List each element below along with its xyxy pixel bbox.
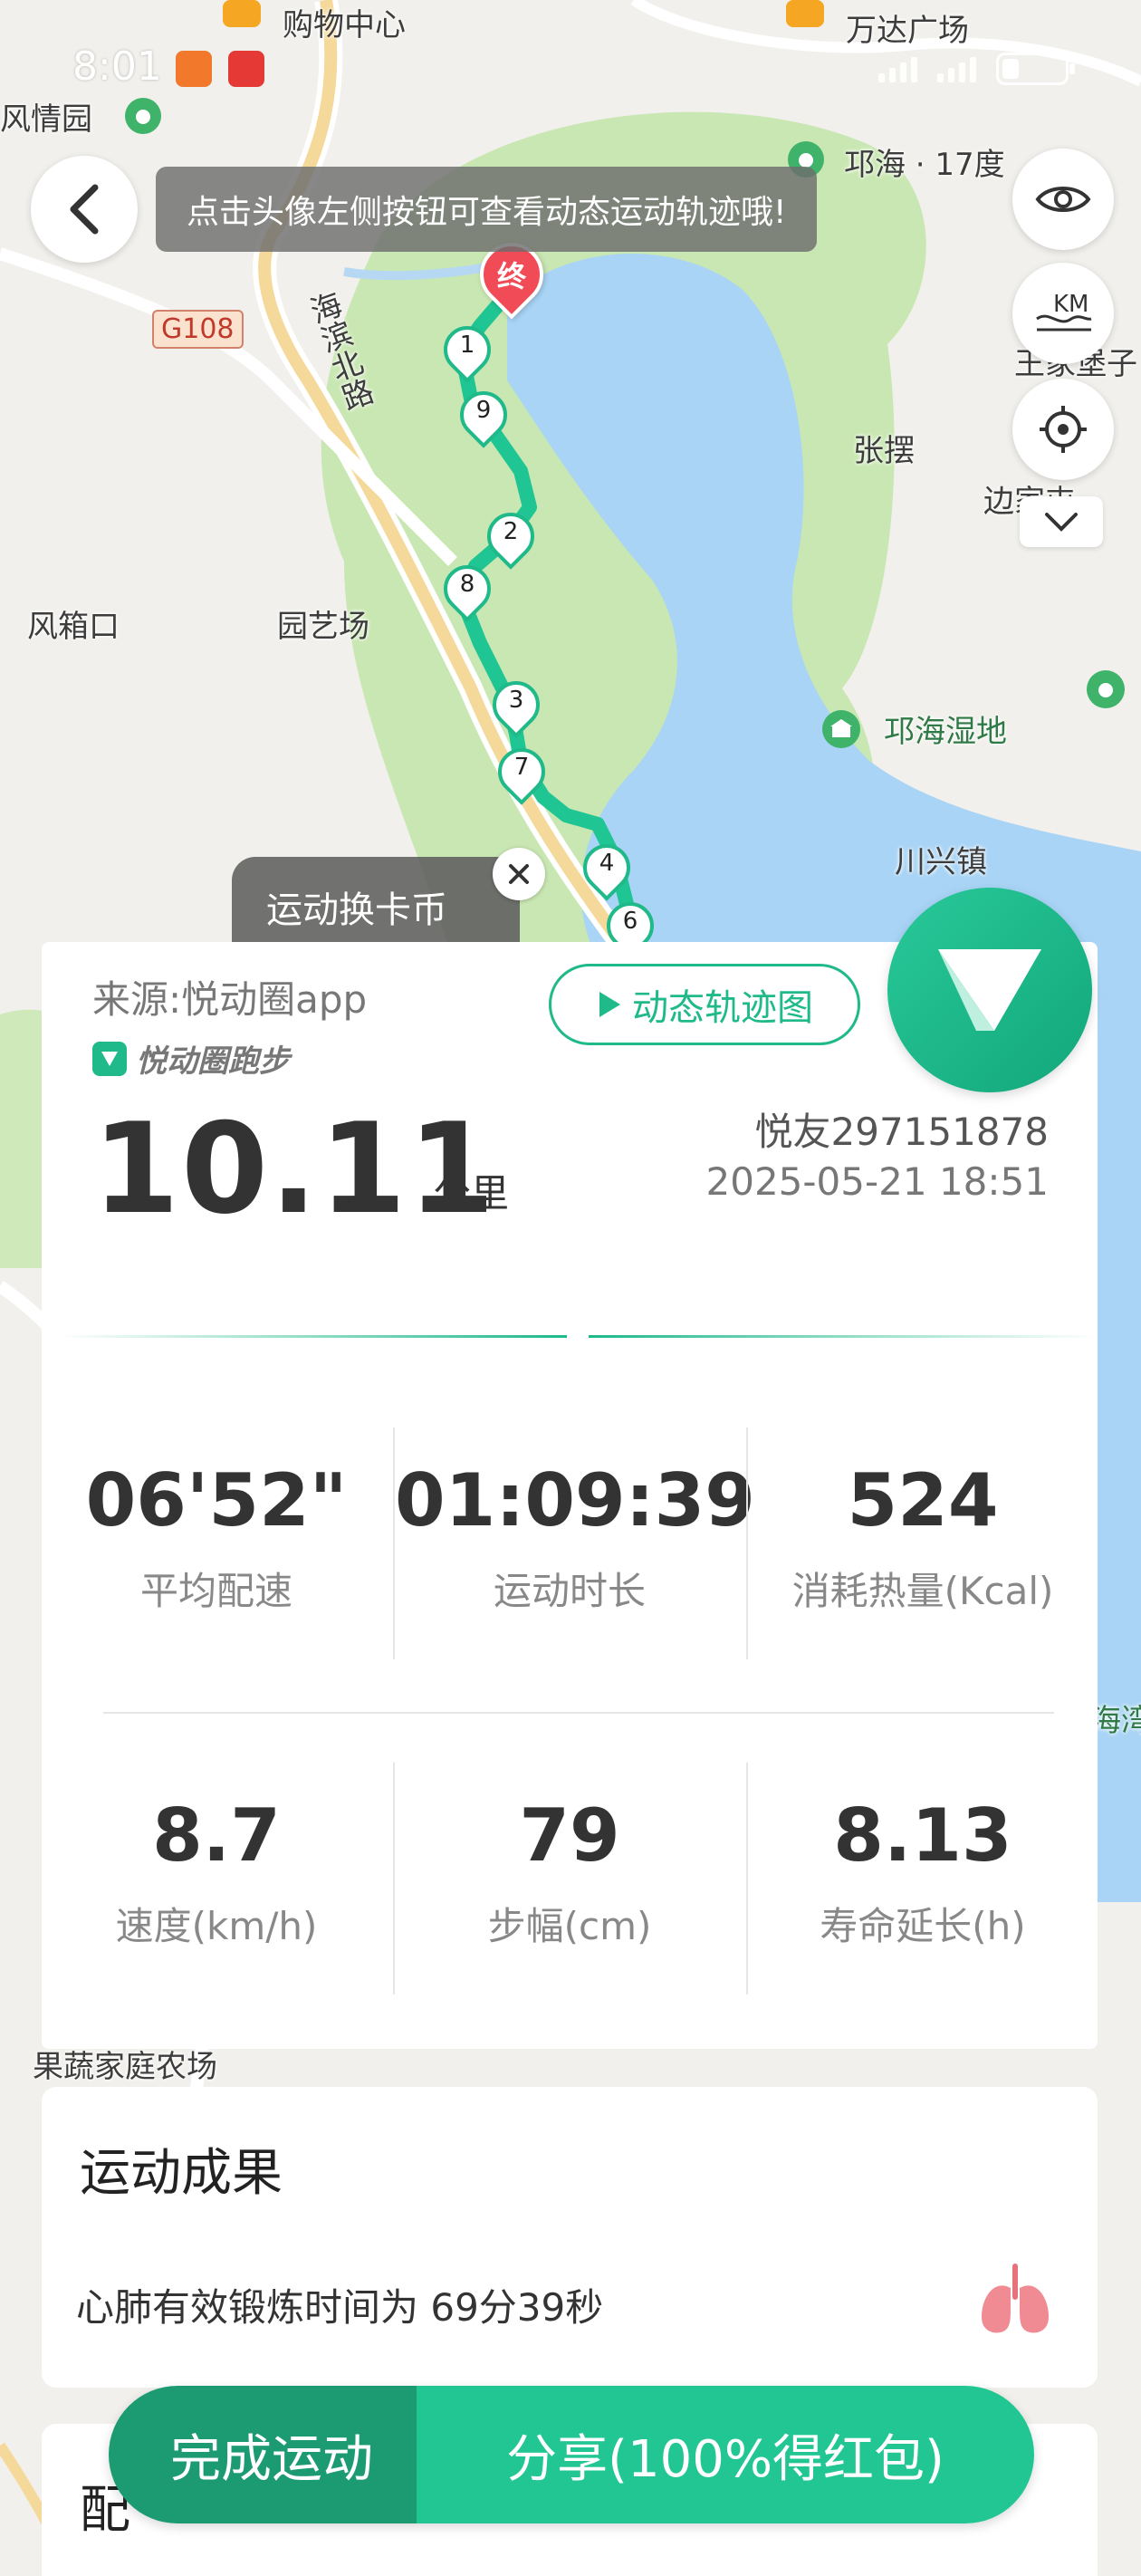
shop-poi-icon-2 [786,0,824,27]
close-icon [509,864,529,884]
app-notification-icon [176,51,212,87]
results-card: 运动成果 心肺有效锻炼时间为 69分39秒 [42,2087,1098,2388]
visibility-toggle-button[interactable] [1012,149,1114,250]
map-label-fengxiangkou: 风箱口 [27,609,120,645]
collapse-controls-button[interactable] [1020,496,1103,547]
tip-banner: 点击头像左侧按钮可查看动态运动轨迹哦! [156,167,818,252]
chevron-down-icon [1045,513,1078,532]
divider-left [60,1335,567,1338]
locate-button[interactable] [1012,379,1114,480]
route-marker-km-9[interactable]: 9 [450,381,517,448]
stat-calories: 524 消耗热量(Kcal) [748,1458,1098,1616]
brand-name: 悦动圈跑步 [136,1043,290,1080]
route-marker-km-2[interactable]: 2 [477,503,544,570]
stat-duration: 01:09:39 运动时长 [395,1458,755,1616]
divider-right [589,1335,1096,1338]
end-marker[interactable]: 终 [466,229,557,320]
stat-life-extension-value: 8.13 [833,1793,1012,1878]
park-poi-icon [822,710,860,748]
route-marker-km-4[interactable]: 4 [573,834,640,901]
map-label-chuanxing-town: 川兴镇 [895,844,987,880]
brand-logo-icon [92,1041,127,1076]
stat-separator [746,1763,748,1994]
stat-separator [393,1763,395,1994]
route-marker-km-7[interactable]: 7 [488,738,555,805]
exchange-coin-popup[interactable]: 运动换卡币 [232,857,520,947]
run-summary-card: 来源:悦动圈app 悦动圈跑步 动态轨迹图 10.11 公里 悦友2971518… [42,942,1098,2049]
signal-icon-2 [937,55,976,82]
map-label-qionghai-17: 邛海 · 17度 [844,147,1005,183]
share-button[interactable]: 分享(100%得红包) [417,2386,1034,2523]
stat-separator [746,1427,748,1659]
results-title: 运动成果 [80,2144,283,2203]
exchange-close-button[interactable] [493,848,545,900]
route-marker-km-8[interactable]: 8 [434,555,501,622]
map-label-zhangbai: 张摆 [853,433,915,469]
app-notification-icon-2 [228,51,264,87]
svg-text:KM: KM [1053,291,1088,318]
stat-avg-pace-value: 06'52" [85,1458,348,1543]
stat-separator [393,1427,395,1659]
route-marker-km-3[interactable]: 3 [483,671,550,738]
stat-speed-value: 8.7 [152,1793,281,1878]
stat-stride-value: 79 [519,1793,620,1878]
km-icon: KM [1036,291,1092,332]
status-indicators [878,53,1075,85]
lungs-icon [982,2264,1049,2333]
map-label-qionghai-wetland: 邛海湿地 [884,714,1007,750]
stat-calories-label: 消耗热量(Kcal) [791,1569,1054,1613]
map-label-g108: G108 [152,310,244,349]
stat-duration-label: 运动时长 [493,1569,646,1613]
km-markers-toggle-button[interactable]: KM [1012,263,1114,364]
back-button[interactable] [31,156,138,263]
run-datetime: 2025-05-21 18:51 [705,1159,1049,1204]
route-marker-km-1[interactable]: 1 [434,316,501,383]
dynamic-track-button[interactable]: 动态轨迹图 [549,964,860,1045]
stat-stride: 79 步幅(cm) [395,1793,744,1951]
stats-row-separator [103,1712,1054,1714]
status-bar: 8:01 [0,36,1141,109]
user-name: 悦友297151878 [754,1110,1050,1154]
stat-life-extension-label: 寿命延长(h) [820,1904,1026,1948]
chevron-left-icon [70,184,99,235]
map-label-haiwan: 海湾 [1090,1703,1141,1739]
finish-workout-button[interactable]: 完成运动 [109,2386,417,2523]
stat-calories-value: 524 [847,1458,999,1543]
stat-speed: 8.7 速度(km/h) [42,1793,391,1951]
source-label: 来源:悦动圈app [92,977,368,1022]
play-icon [599,992,620,1017]
signal-icon [878,55,917,82]
stat-avg-pace-label: 平均配速 [139,1569,292,1613]
dynamic-track-label: 动态轨迹图 [632,987,813,1029]
stat-duration-value: 01:09:39 [395,1458,755,1543]
eye-icon [1035,187,1091,212]
brand-row: 悦动圈跑步 [92,1036,290,1081]
battery-icon [996,53,1075,85]
crosshair-icon [1040,406,1087,453]
status-time: 8:01 [72,43,162,90]
stat-speed-label: 速度(km/h) [115,1904,318,1948]
shop-poi-icon [223,0,261,27]
camera-poi-icon-3 [1087,670,1125,708]
stat-avg-pace: 06'52" 平均配速 [42,1458,391,1616]
app-logo-button[interactable] [887,888,1092,1092]
stat-stride-label: 步幅(cm) [487,1904,652,1948]
exchange-coin-label: 运动换卡币 [266,889,447,931]
map-label-yuanyichang: 园艺场 [277,609,369,645]
app-logo-icon [938,949,1041,1031]
results-text: 心肺有效锻炼时间为 69分39秒 [76,2285,604,2330]
distance-unit: 公里 [433,1171,510,1216]
action-bar: 完成运动 分享(100%得红包) [109,2386,1034,2523]
stat-life-extension: 8.13 寿命延长(h) [748,1793,1098,1951]
